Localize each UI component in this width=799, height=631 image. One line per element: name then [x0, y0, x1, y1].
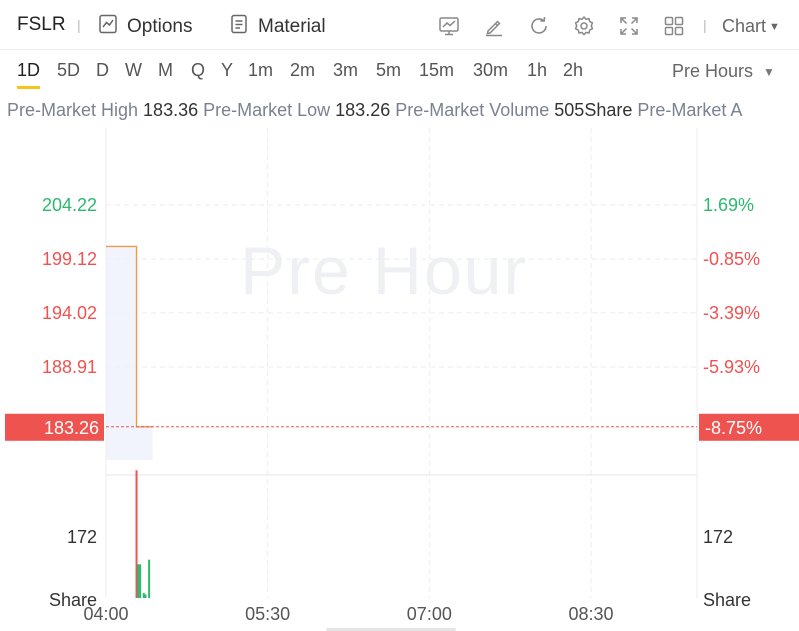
tab-period-5m[interactable]: 5m	[376, 60, 401, 81]
time-tick-label: 08:30	[568, 604, 613, 624]
volume-tick-label: 172	[67, 527, 97, 547]
pre-market-volume-value: 505Share	[554, 100, 633, 120]
toolbar-divider: |	[703, 17, 707, 33]
time-tick-label: 05:30	[245, 604, 290, 624]
price-area-fill	[106, 246, 153, 460]
percent-tick-label: -5.93%	[703, 357, 760, 377]
price-tick-label: 194.02	[42, 303, 97, 323]
pre-market-high-value: 183.36	[143, 100, 199, 120]
period-tabs: 1D 5D D W M Q Y 1m 2m 3m 5m 15m 30m 1h 2…	[0, 50, 799, 92]
toolbar-divider: |	[77, 17, 81, 33]
percent-tick-label: -0.85%	[703, 249, 760, 269]
pre-market-low-label: Pre-Market Low	[203, 100, 331, 120]
tab-period-2m[interactable]: 2m	[290, 60, 315, 81]
refresh-icon[interactable]	[527, 14, 551, 38]
current-percent-value: -8.75%	[705, 418, 762, 438]
volume-bar	[137, 564, 140, 598]
tab-period-w[interactable]: W	[125, 60, 142, 81]
tab-period-30m[interactable]: 30m	[473, 60, 508, 81]
tab-period-5d[interactable]: 5D	[57, 60, 80, 81]
percent-tick-label: 1.69%	[703, 195, 754, 215]
price-chart[interactable]: 204.22 199.12 194.02 188.91 1.69% -0.85% -3.39…	[0, 124, 799, 631]
material-label: Material	[258, 16, 326, 37]
top-toolbar: FSLR | Options Material | Chart ▼	[0, 0, 799, 50]
tab-period-1d[interactable]: 1D	[17, 60, 41, 89]
tab-period-3m[interactable]: 3m	[333, 60, 358, 81]
volume-tick-label: 172	[703, 527, 733, 547]
tab-period-q[interactable]: Q	[191, 60, 205, 81]
draw-icon[interactable]	[482, 14, 506, 38]
fullscreen-icon[interactable]	[617, 14, 641, 38]
ticker-symbol[interactable]: FSLR	[17, 14, 66, 36]
tab-period-y[interactable]: Y	[221, 60, 233, 81]
layout-grid-icon[interactable]	[662, 14, 686, 38]
time-tick-label: 07:00	[407, 604, 452, 624]
price-tick-label: 188.91	[42, 357, 97, 377]
volume-bar	[135, 470, 138, 598]
tab-period-m[interactable]: M	[158, 60, 173, 81]
pre-market-volume-label: Pre-Market Volume	[395, 100, 550, 120]
document-icon	[228, 13, 250, 41]
pre-market-truncated-label: Pre-Market A	[637, 100, 743, 120]
tab-period-1m[interactable]: 1m	[248, 60, 273, 81]
pre-market-high-label: Pre-Market High	[7, 100, 139, 120]
options-button[interactable]: Options	[97, 13, 192, 41]
current-price-value: 183.26	[44, 418, 99, 438]
session-selector-label: Pre Hours	[672, 61, 754, 81]
price-tick-label: 204.22	[42, 195, 97, 215]
volume-bar	[144, 594, 147, 598]
pre-market-stats: Pre-Market High 183.36 Pre-Market Low 183.2…	[7, 100, 799, 121]
indicator-icon[interactable]	[437, 14, 461, 38]
percent-tick-label: -3.39%	[703, 303, 760, 323]
tab-period-2h[interactable]: 2h	[563, 60, 583, 81]
options-label: Options	[127, 16, 193, 37]
pre-market-low-value: 183.26	[335, 100, 391, 120]
volume-unit-label: Share	[703, 590, 751, 610]
tab-period-15m[interactable]: 15m	[419, 60, 454, 81]
volume-bar	[142, 593, 145, 598]
volume-bar	[148, 559, 151, 598]
caret-down-icon: ▼	[763, 64, 775, 79]
session-selector[interactable]: Pre Hours ▼	[672, 61, 775, 82]
chart-type-selector[interactable]: Chart ▼	[722, 16, 780, 37]
chart-type-label: Chart	[722, 16, 767, 36]
time-tick-label: 04:00	[83, 604, 128, 624]
tab-period-1h[interactable]: 1h	[527, 60, 547, 81]
tab-period-d[interactable]: D	[96, 60, 109, 81]
options-chart-icon	[97, 13, 119, 41]
volume-bar	[139, 564, 142, 598]
price-tick-label: 199.12	[42, 249, 97, 269]
settings-icon[interactable]	[572, 14, 596, 38]
material-button[interactable]: Material	[228, 13, 326, 41]
caret-down-icon: ▼	[769, 20, 780, 33]
